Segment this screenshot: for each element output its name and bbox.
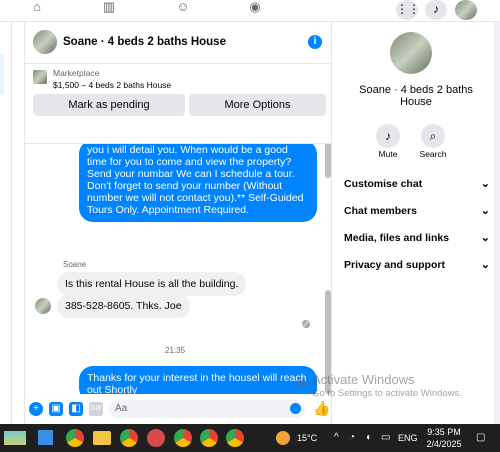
section-label: Customise chat bbox=[344, 178, 423, 190]
listing-source: Marketplace bbox=[53, 68, 100, 78]
file-explorer-icon[interactable] bbox=[93, 431, 111, 445]
widgets-icon[interactable] bbox=[4, 431, 26, 445]
info-scrollbar[interactable] bbox=[494, 22, 500, 424]
chat-panel: Soane · 4 beds 2 baths House i Marketpla… bbox=[24, 22, 333, 424]
info-title: Soane · 4 beds 2 baths House bbox=[359, 84, 473, 108]
bell-icon[interactable]: ♪ bbox=[376, 124, 400, 148]
sticker-icon[interactable]: ◧ bbox=[69, 402, 83, 416]
language-indicator[interactable]: ENG bbox=[398, 433, 418, 443]
info-icon[interactable]: i bbox=[308, 35, 322, 49]
info-avatar[interactable] bbox=[390, 32, 432, 74]
chrome-icon[interactable] bbox=[120, 429, 138, 447]
app-icon[interactable] bbox=[147, 429, 165, 447]
groups-icon[interactable]: ☺ bbox=[174, 0, 192, 14]
sidebar-highlight bbox=[0, 54, 4, 94]
home-icon[interactable]: ⌂ bbox=[28, 0, 46, 14]
listing-card: Marketplace $1,500 – 4 beds 2 baths Hous… bbox=[25, 64, 333, 144]
watermark-subtitle: Go to Settings to activate Windows. bbox=[312, 388, 462, 399]
chat-header: Soane · 4 beds 2 baths House i bbox=[25, 22, 333, 64]
temperature: 15°C bbox=[297, 433, 318, 443]
chat-info-panel: Soane · 4 beds 2 baths House ♪ Mute ⌕ Se… bbox=[332, 22, 500, 424]
windows-taskbar: 15°C ^ ◔ ◖ ▭ ENG 9:35 PM 2/4/2025 ▢ bbox=[0, 424, 500, 452]
thumbs-up-icon[interactable]: 👍 bbox=[313, 400, 330, 417]
message-scrollbar[interactable] bbox=[325, 144, 331, 178]
search-label: Search bbox=[419, 149, 447, 159]
gif-icon[interactable]: GIF bbox=[89, 402, 103, 416]
outgoing-message: Thanks for your interest in the housel w… bbox=[79, 366, 317, 394]
watermark-title: Activate Windows bbox=[312, 372, 415, 387]
emoji-icon[interactable] bbox=[290, 403, 301, 414]
chat-title[interactable]: Soane · 4 beds 2 baths House bbox=[63, 36, 226, 48]
chrome-icon[interactable] bbox=[66, 429, 84, 447]
menu-grid-icon[interactable]: ⋮⋮ bbox=[396, 0, 420, 20]
listing-price-title[interactable]: $1,500 – 4 beds 2 baths House bbox=[53, 80, 171, 90]
sender-name: Soane bbox=[63, 260, 87, 269]
clock-date[interactable]: 2/4/2025 bbox=[422, 439, 466, 449]
chrome-icon[interactable] bbox=[226, 429, 244, 447]
chevron-down-icon: ⌄ bbox=[480, 178, 490, 190]
message-timestamp: 21:35 bbox=[165, 346, 186, 355]
left-sidebar-edge bbox=[0, 22, 12, 424]
message-input-placeholder: Aa bbox=[115, 403, 128, 414]
sender-avatar[interactable] bbox=[35, 298, 51, 314]
volume-icon[interactable]: ◖ bbox=[365, 432, 371, 443]
chat-avatar[interactable] bbox=[33, 30, 57, 54]
network-icon[interactable]: ◔ bbox=[349, 432, 355, 443]
mute-label: Mute bbox=[378, 149, 398, 159]
section-privacy-support[interactable]: Privacy and support ⌄ bbox=[344, 255, 490, 275]
section-label: Privacy and support bbox=[344, 259, 445, 271]
photo-icon[interactable]: ▣ bbox=[49, 402, 63, 416]
section-label: Chat members bbox=[344, 205, 417, 217]
more-options-button[interactable]: More Options bbox=[189, 94, 326, 116]
clock-time[interactable]: 9:35 PM bbox=[425, 427, 463, 437]
incoming-message: 385-528-8605. Thks. Joe bbox=[57, 294, 190, 318]
mark-as-pending-button[interactable]: Mark as pending bbox=[33, 94, 185, 116]
message-composer: + ▣ ◧ GIF Aa 👍 bbox=[25, 394, 333, 424]
chrome-icon[interactable] bbox=[174, 429, 192, 447]
chrome-icon[interactable] bbox=[200, 429, 218, 447]
marketplace-icon[interactable]: ▥ bbox=[100, 0, 118, 14]
profile-avatar[interactable] bbox=[455, 0, 477, 20]
listing-thumbnail[interactable] bbox=[33, 70, 47, 84]
start-icon[interactable] bbox=[38, 430, 53, 445]
chevron-down-icon: ⌄ bbox=[480, 259, 490, 271]
plus-icon[interactable]: + bbox=[29, 402, 43, 416]
gaming-icon[interactable]: ◉ bbox=[246, 0, 264, 14]
activate-windows-watermark: Activate Windows Go to Settings to activ… bbox=[312, 372, 462, 399]
message-list: you i will detail you. When would be a g… bbox=[25, 144, 333, 394]
seen-avatar bbox=[302, 320, 310, 328]
incoming-message: Is this rental House is all the building… bbox=[57, 272, 247, 296]
top-navigation: ⌂ ▥ ☺ ◉ ⋮⋮ ♪ bbox=[0, 0, 500, 22]
notification-icon[interactable]: ▢ bbox=[476, 432, 485, 443]
search-icon[interactable]: ⌕ bbox=[421, 124, 445, 148]
weather-icon[interactable] bbox=[276, 431, 290, 445]
message-input[interactable]: Aa bbox=[109, 400, 305, 418]
bell-icon[interactable]: ♪ bbox=[425, 0, 447, 20]
section-chat-members[interactable]: Chat members ⌄ bbox=[344, 201, 490, 221]
outgoing-message: you i will detail you. When would be a g… bbox=[79, 144, 317, 222]
message-status: Sent bbox=[297, 378, 313, 387]
section-media-files-links[interactable]: Media, files and links ⌄ bbox=[344, 228, 490, 248]
chevron-down-icon: ⌄ bbox=[480, 205, 490, 217]
section-label: Media, files and links bbox=[344, 232, 450, 244]
battery-icon[interactable]: ▭ bbox=[381, 432, 390, 443]
section-customise-chat[interactable]: Customise chat ⌄ bbox=[344, 174, 490, 194]
chevron-up-icon[interactable]: ^ bbox=[334, 432, 339, 443]
chevron-down-icon: ⌄ bbox=[480, 232, 490, 244]
